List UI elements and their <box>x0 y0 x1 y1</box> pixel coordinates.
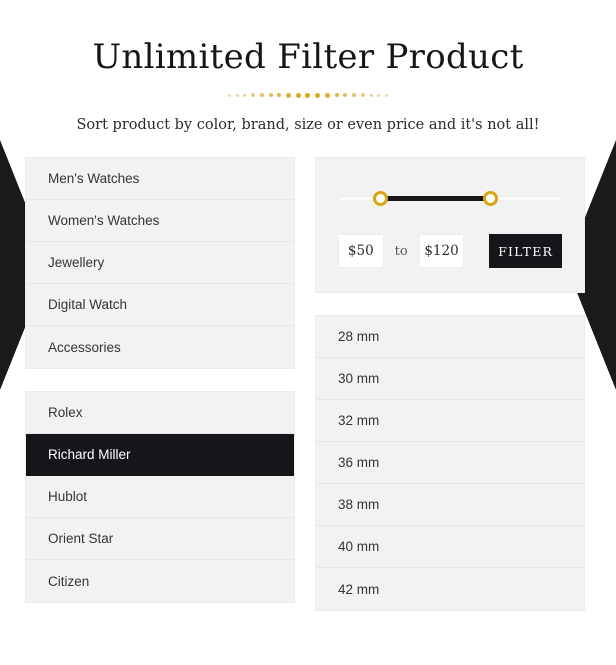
brand-item[interactable]: Rolex <box>26 392 294 435</box>
category-item[interactable]: Women's Watches <box>26 200 294 243</box>
page-header: Unlimited Filter Product Sort product by… <box>0 0 616 135</box>
size-filter-panel: 28 mm 30 mm 32 mm 36 mm 38 mm 40 mm 42 mm <box>315 315 585 612</box>
size-item-label: 36 mm <box>338 455 380 471</box>
category-item-label: Men's Watches <box>48 171 140 187</box>
size-item[interactable]: 38 mm <box>316 484 584 527</box>
brand-item[interactable]: Richard Miller <box>26 434 294 477</box>
page-subtitle: Sort product by color, brand, size or ev… <box>76 117 540 134</box>
separator-dot <box>352 93 357 98</box>
category-item-label: Accessories <box>48 339 121 355</box>
filter-button[interactable]: FILTER <box>489 234 562 269</box>
price-inputs-row: $50 to $120 FILTER <box>338 234 562 269</box>
separator-dot <box>324 92 330 98</box>
separator-dot <box>369 93 373 97</box>
separator-dot <box>384 93 388 97</box>
brand-item[interactable]: Hublot <box>26 476 294 519</box>
separator-dot <box>315 92 321 98</box>
price-filter-panel: $50 to $120 FILTER <box>315 157 585 294</box>
price-min-input[interactable]: $50 <box>338 234 384 269</box>
size-item[interactable]: 36 mm <box>316 442 584 485</box>
size-item-label: 32 mm <box>338 413 380 429</box>
separator-dot <box>360 93 365 98</box>
page-title: Unlimited Filter Product <box>92 37 524 77</box>
separator-dot <box>243 93 247 97</box>
filter-layout: Men's Watches Women's Watches Jewellery Dig… <box>0 157 616 612</box>
brand-item-label: Richard Miller <box>48 447 131 463</box>
price-range-slider[interactable] <box>338 188 562 208</box>
separator-dot <box>286 92 292 98</box>
size-item-label: 28 mm <box>338 329 380 345</box>
size-item[interactable]: 28 mm <box>316 316 584 359</box>
size-item-label: 30 mm <box>338 371 380 387</box>
right-column: $50 to $120 FILTER 28 mm 30 mm 32 mm 36 mm 3… <box>315 157 585 612</box>
dot-separator <box>228 91 388 99</box>
slider-handle-min[interactable] <box>373 191 389 207</box>
separator-dot <box>277 93 282 98</box>
brand-item[interactable]: Citizen <box>26 560 294 603</box>
separator-dot <box>343 93 348 98</box>
brand-item-label: Citizen <box>48 573 90 589</box>
size-item-label: 38 mm <box>338 497 380 513</box>
separator-dot <box>377 93 381 97</box>
size-item[interactable]: 30 mm <box>316 358 584 401</box>
left-column: Men's Watches Women's Watches Jewellery Dig… <box>25 157 295 611</box>
separator-dot <box>251 93 256 98</box>
separator-dot <box>268 93 273 98</box>
separator-dot <box>295 92 301 98</box>
size-item-label: 40 mm <box>338 539 380 555</box>
brand-item-label: Hublot <box>48 489 88 505</box>
separator-dot <box>235 93 239 97</box>
category-item-label: Women's Watches <box>48 213 160 229</box>
brand-item-label: Orient Star <box>48 531 114 547</box>
separator-dot <box>305 92 311 98</box>
size-item[interactable]: 32 mm <box>316 400 584 443</box>
category-item[interactable]: Men's Watches <box>26 158 294 201</box>
size-item[interactable]: 42 mm <box>316 568 584 611</box>
category-item[interactable]: Accessories <box>26 326 294 369</box>
slider-handle-max[interactable] <box>482 191 498 207</box>
separator-dot <box>259 93 264 98</box>
brand-item-label: Rolex <box>48 405 83 421</box>
slider-selected-range <box>380 196 491 202</box>
separator-dot <box>228 93 231 97</box>
brand-item[interactable]: Orient Star <box>26 518 294 561</box>
category-filter-panel: Men's Watches Women's Watches Jewellery Dig… <box>25 157 295 370</box>
brand-filter-panel: Rolex Richard Miller Hublot Orient Star Citi… <box>25 391 295 604</box>
category-item-label: Jewellery <box>48 255 105 271</box>
category-item[interactable]: Jewellery <box>26 242 294 285</box>
price-max-input[interactable]: $120 <box>418 234 465 269</box>
category-item[interactable]: Digital Watch <box>26 284 294 327</box>
category-item-label: Digital Watch <box>48 297 128 313</box>
size-item[interactable]: 40 mm <box>316 526 584 569</box>
price-range-separator-label: to <box>394 243 408 259</box>
size-item-label: 42 mm <box>338 581 380 597</box>
separator-dot <box>334 93 339 98</box>
